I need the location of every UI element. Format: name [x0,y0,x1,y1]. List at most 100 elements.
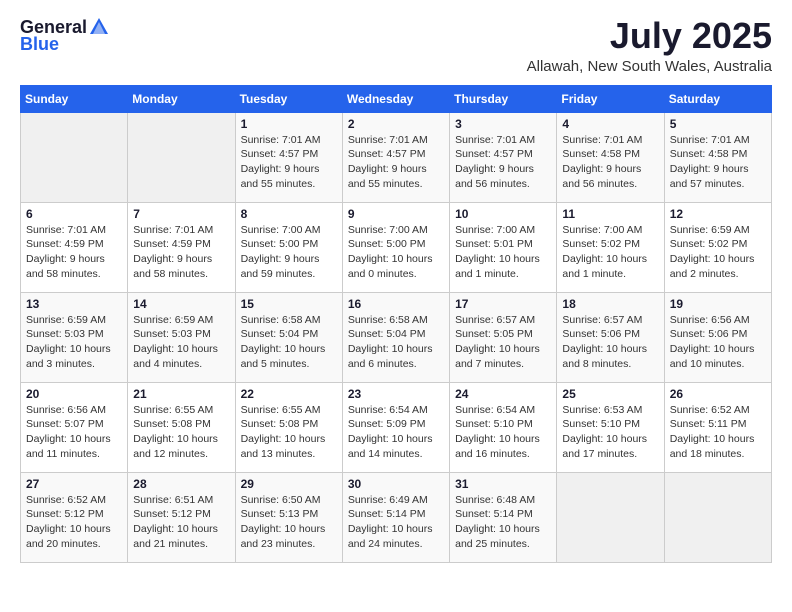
day-number: 26 [670,387,766,401]
title-block: July 2025 Allawah, New South Wales, Aust… [527,16,772,75]
calendar-cell: 27 Sunrise: 6:52 AM Sunset: 5:12 PM Dayli… [21,472,128,562]
day-info: Sunrise: 7:01 AM Sunset: 4:57 PM Dayligh… [241,133,337,192]
day-info: Sunrise: 6:56 AM Sunset: 5:06 PM Dayligh… [670,313,766,372]
calendar-cell: 7Sunrise: 7:01 AM Sunset: 4:59 PM Daylig… [128,202,235,292]
logo-blue-text: Blue [20,34,59,55]
calendar-cell [128,112,235,202]
day-number: 22 [241,387,337,401]
day-number: 28 [133,477,229,491]
weekday-header-friday: Friday [557,85,664,112]
weekday-header-thursday: Thursday [450,85,557,112]
day-info: Sunrise: 6:58 AM Sunset: 5:04 PM Dayligh… [348,313,444,372]
day-number: 3 [455,117,551,131]
calendar-cell: 12 Sunrise: 6:59 AM Sunset: 5:02 PM Dayli… [664,202,771,292]
weekday-header-wednesday: Wednesday [342,85,449,112]
weekday-header-tuesday: Tuesday [235,85,342,112]
day-info: Sunrise: 6:49 AM Sunset: 5:14 PM Dayligh… [348,493,444,552]
day-info: Sunrise: 7:00 AM Sunset: 5:02 PM Dayligh… [562,223,658,282]
day-info: Sunrise: 6:59 AM Sunset: 5:03 PM Dayligh… [26,313,122,372]
calendar-cell: 16 Sunrise: 6:58 AM Sunset: 5:04 PM Dayli… [342,292,449,382]
day-number: 2 [348,117,444,131]
calendar-header-row: SundayMondayTuesdayWednesdayThursdayFrid… [21,85,772,112]
calendar-cell: 13 Sunrise: 6:59 AM Sunset: 5:03 PM Dayli… [21,292,128,382]
day-info: Sunrise: 7:01 AM Sunset: 4:59 PM Dayligh… [26,223,122,282]
day-number: 14 [133,297,229,311]
day-info: Sunrise: 6:59 AM Sunset: 5:02 PM Dayligh… [670,223,766,282]
calendar-cell [21,112,128,202]
day-number: 24 [455,387,551,401]
weekday-header-sunday: Sunday [21,85,128,112]
day-info: Sunrise: 6:51 AM Sunset: 5:12 PM Dayligh… [133,493,229,552]
day-number: 15 [241,297,337,311]
calendar-cell: 4Sunrise: 7:01 AM Sunset: 4:58 PM Daylig… [557,112,664,202]
day-number: 21 [133,387,229,401]
calendar-cell: 25Sunrise: 6:53 AM Sunset: 5:10 PM Dayli… [557,382,664,472]
day-number: 29 [241,477,337,491]
page-header: General Blue July 2025 Allawah, New Sout… [20,16,772,75]
day-number: 19 [670,297,766,311]
weekday-header-saturday: Saturday [664,85,771,112]
day-info: Sunrise: 7:00 AM Sunset: 5:00 PM Dayligh… [348,223,444,282]
day-info: Sunrise: 6:48 AM Sunset: 5:14 PM Dayligh… [455,493,551,552]
calendar-week-row: 1Sunrise: 7:01 AM Sunset: 4:57 PM Daylig… [21,112,772,202]
day-info: Sunrise: 6:52 AM Sunset: 5:11 PM Dayligh… [670,403,766,462]
day-info: Sunrise: 6:53 AM Sunset: 5:10 PM Dayligh… [562,403,658,462]
day-info: Sunrise: 7:01 AM Sunset: 4:57 PM Dayligh… [455,133,551,192]
day-info: Sunrise: 6:57 AM Sunset: 5:06 PM Dayligh… [562,313,658,372]
day-number: 9 [348,207,444,221]
day-number: 16 [348,297,444,311]
calendar-cell: 31Sunrise: 6:48 AM Sunset: 5:14 PM Dayli… [450,472,557,562]
day-info: Sunrise: 7:01 AM Sunset: 4:57 PM Dayligh… [348,133,444,192]
day-number: 8 [241,207,337,221]
calendar-cell: 3 Sunrise: 7:01 AM Sunset: 4:57 PM Daylig… [450,112,557,202]
calendar-cell: 30 Sunrise: 6:49 AM Sunset: 5:14 PM Dayli… [342,472,449,562]
calendar-cell: 8 Sunrise: 7:00 AM Sunset: 5:00 PM Daylig… [235,202,342,292]
calendar-cell: 26 Sunrise: 6:52 AM Sunset: 5:11 PM Dayli… [664,382,771,472]
calendar-cell: 6 Sunrise: 7:01 AM Sunset: 4:59 PM Daylig… [21,202,128,292]
calendar-cell [557,472,664,562]
day-number: 7 [133,207,229,221]
day-info: Sunrise: 6:54 AM Sunset: 5:10 PM Dayligh… [455,403,551,462]
weekday-header-monday: Monday [128,85,235,112]
day-info: Sunrise: 6:55 AM Sunset: 5:08 PM Dayligh… [133,403,229,462]
calendar-table: SundayMondayTuesdayWednesdayThursdayFrid… [20,85,772,563]
day-number: 23 [348,387,444,401]
calendar-cell: 20 Sunrise: 6:56 AM Sunset: 5:07 PM Dayli… [21,382,128,472]
day-number: 10 [455,207,551,221]
day-number: 30 [348,477,444,491]
calendar-cell: 22 Sunrise: 6:55 AM Sunset: 5:08 PM Dayli… [235,382,342,472]
day-info: Sunrise: 6:56 AM Sunset: 5:07 PM Dayligh… [26,403,122,462]
day-number: 11 [562,207,658,221]
calendar-cell: 19 Sunrise: 6:56 AM Sunset: 5:06 PM Dayli… [664,292,771,382]
day-number: 18 [562,297,658,311]
day-info: Sunrise: 7:00 AM Sunset: 5:01 PM Dayligh… [455,223,551,282]
day-info: Sunrise: 6:52 AM Sunset: 5:12 PM Dayligh… [26,493,122,552]
day-number: 17 [455,297,551,311]
calendar-cell: 28 Sunrise: 6:51 AM Sunset: 5:12 PM Dayli… [128,472,235,562]
day-number: 13 [26,297,122,311]
logo-icon [88,16,110,38]
calendar-week-row: 13 Sunrise: 6:59 AM Sunset: 5:03 PM Dayli… [21,292,772,382]
calendar-week-row: 6 Sunrise: 7:01 AM Sunset: 4:59 PM Daylig… [21,202,772,292]
day-number: 27 [26,477,122,491]
calendar-cell: 10 Sunrise: 7:00 AM Sunset: 5:01 PM Dayli… [450,202,557,292]
day-number: 20 [26,387,122,401]
calendar-cell: 18 Sunrise: 6:57 AM Sunset: 5:06 PM Dayli… [557,292,664,382]
day-number: 4 [562,117,658,131]
calendar-cell [664,472,771,562]
day-number: 12 [670,207,766,221]
day-info: Sunrise: 6:50 AM Sunset: 5:13 PM Dayligh… [241,493,337,552]
logo: General Blue [20,16,111,55]
day-number: 5 [670,117,766,131]
day-info: Sunrise: 7:00 AM Sunset: 5:00 PM Dayligh… [241,223,337,282]
location-title: Allawah, New South Wales, Australia [527,58,772,75]
day-info: Sunrise: 6:54 AM Sunset: 5:09 PM Dayligh… [348,403,444,462]
day-info: Sunrise: 6:57 AM Sunset: 5:05 PM Dayligh… [455,313,551,372]
day-info: Sunrise: 6:59 AM Sunset: 5:03 PM Dayligh… [133,313,229,372]
calendar-cell: 11 Sunrise: 7:00 AM Sunset: 5:02 PM Dayli… [557,202,664,292]
calendar-cell: 14 Sunrise: 6:59 AM Sunset: 5:03 PM Dayli… [128,292,235,382]
day-number: 6 [26,207,122,221]
calendar-cell: 29 Sunrise: 6:50 AM Sunset: 5:13 PM Dayli… [235,472,342,562]
month-title: July 2025 [527,16,772,56]
day-info: Sunrise: 6:55 AM Sunset: 5:08 PM Dayligh… [241,403,337,462]
